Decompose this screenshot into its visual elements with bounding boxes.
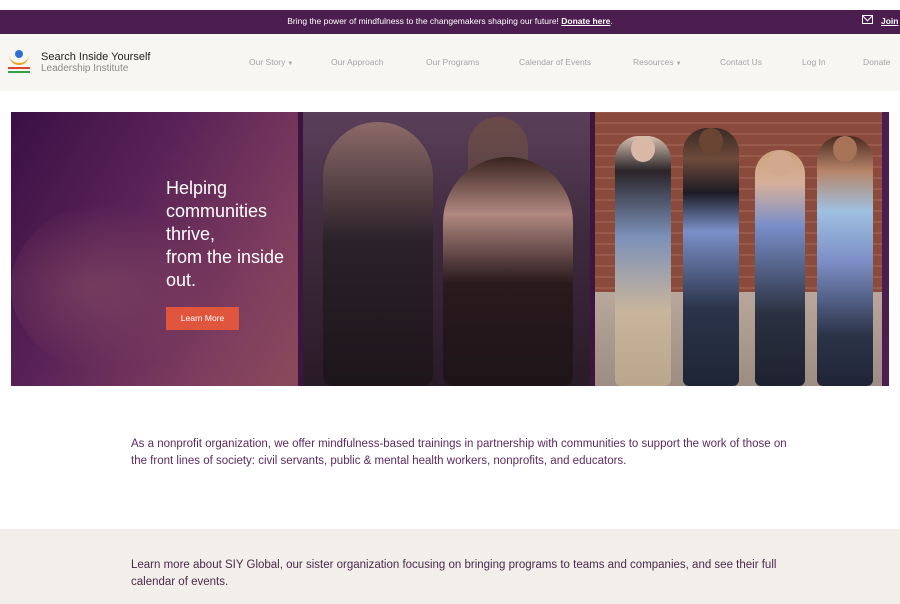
learn-more-button[interactable]: Learn More xyxy=(166,307,239,330)
site-header: Search Inside Yourself Leadership Instit… xyxy=(0,34,900,91)
nav-label: Our Approach xyxy=(331,57,384,67)
logo-icon[interactable] xyxy=(8,50,30,76)
mission-statement: As a nonprofit organization, we offer mi… xyxy=(131,438,787,467)
donate-here-link[interactable]: Donate here xyxy=(561,16,610,26)
mail-icon[interactable] xyxy=(862,15,873,24)
nav-label: Calendar of Events xyxy=(519,57,592,67)
nav-log-in[interactable]: Log In xyxy=(802,57,826,67)
nav-our-programs[interactable]: Our Programs xyxy=(426,57,479,67)
chevron-down-icon: ▼ xyxy=(675,61,682,67)
nav-label: Contact Us xyxy=(720,57,763,67)
hero-banner: Helping communities thrive, from the ins… xyxy=(11,112,889,386)
nav-our-story[interactable]: Our Story ▼ xyxy=(249,57,293,67)
logo-title[interactable]: Search Inside Yourself xyxy=(41,51,150,63)
nav-label: Our Programs xyxy=(426,57,480,67)
hero-edge xyxy=(882,112,889,386)
logo-subtitle[interactable]: Leadership Institute xyxy=(41,63,128,74)
nav-label: Our Story xyxy=(249,57,286,67)
nav-calendar-of-events[interactable]: Calendar of Events xyxy=(519,57,591,67)
nav-resources[interactable]: Resources ▼ xyxy=(633,57,682,67)
announcement-bar: Bring the power of mindfulness to the ch… xyxy=(0,10,900,34)
announcement-suffix: . xyxy=(610,16,613,26)
top-spacer xyxy=(0,0,900,10)
siy-global-text: Learn more about SIY Global, our sister … xyxy=(131,559,777,588)
join-link[interactable]: Join xyxy=(881,16,898,26)
announcement-text: Bring the power of mindfulness to the ch… xyxy=(287,16,559,26)
nav-label: Donate xyxy=(863,57,891,67)
nav-our-approach[interactable]: Our Approach xyxy=(331,57,383,67)
nav-label: Resources xyxy=(633,57,674,67)
hero-image-group xyxy=(595,112,882,386)
hero-title: Helping communities thrive, from the ins… xyxy=(166,178,285,290)
nav-donate[interactable]: Donate xyxy=(863,57,890,67)
nav-contact-us[interactable]: Contact Us xyxy=(720,57,762,67)
nav-label: Log In xyxy=(802,57,826,67)
hero-image-workshop xyxy=(303,112,590,386)
announcement-message: Bring the power of mindfulness to the ch… xyxy=(0,16,900,26)
chevron-down-icon: ▼ xyxy=(287,61,294,67)
